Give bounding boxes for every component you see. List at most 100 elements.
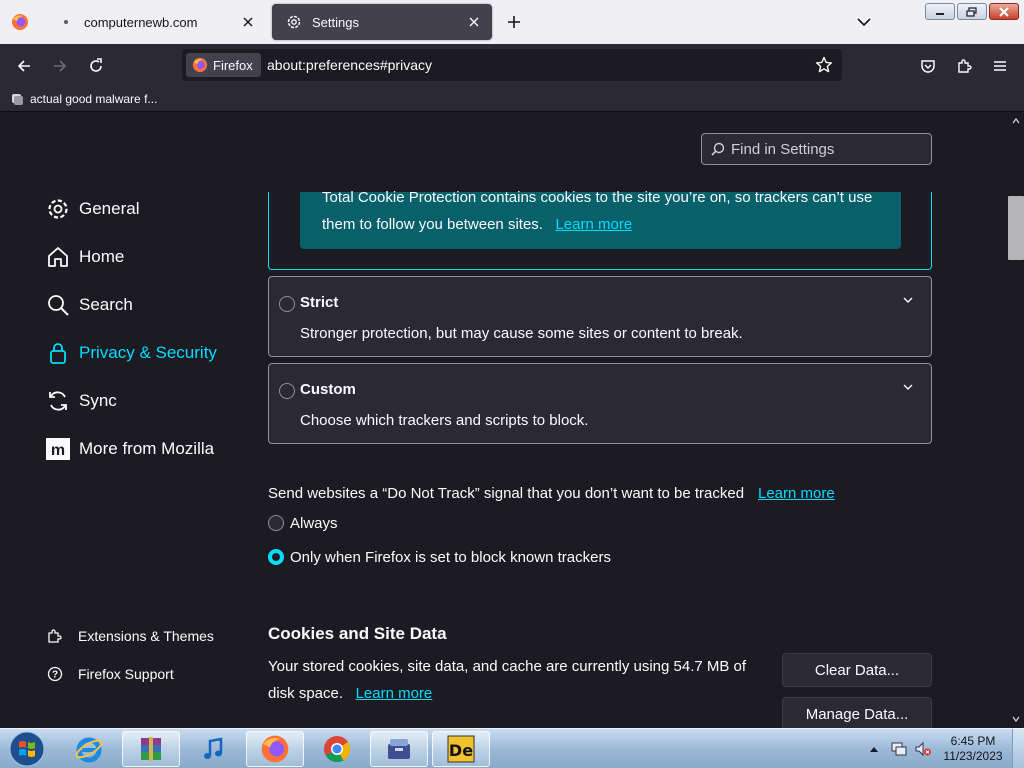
taskbar-internet-explorer[interactable] xyxy=(60,731,118,767)
identity-box[interactable]: Firefox xyxy=(186,53,261,77)
taskbar-archive-app[interactable] xyxy=(370,731,428,767)
network-icon[interactable] xyxy=(890,741,908,757)
category-home[interactable]: Home xyxy=(45,242,124,272)
app-menu-button[interactable] xyxy=(986,52,1014,80)
category-search[interactable]: Search xyxy=(45,290,133,320)
mozilla-icon: m xyxy=(45,437,71,461)
etp-custom-option[interactable]: Custom Choose which trackers and scripts… xyxy=(268,363,932,444)
tab-settings[interactable]: Settings xyxy=(272,4,492,40)
manage-data-button[interactable]: Manage Data... xyxy=(782,697,932,728)
dnt-always-radio[interactable] xyxy=(268,515,284,531)
restore-button[interactable] xyxy=(957,3,987,20)
category-label: More from Mozilla xyxy=(79,439,215,458)
close-window-button[interactable] xyxy=(989,3,1019,20)
etp-strict-option[interactable]: Strict Stronger protection, but may caus… xyxy=(268,276,932,357)
taskbar-firefox[interactable] xyxy=(246,731,304,767)
taskbar-clock[interactable]: 6:45 PM 11/23/2023 xyxy=(938,734,1008,764)
category-privacy-security[interactable]: Privacy & Security xyxy=(45,338,217,368)
windows-logo-icon xyxy=(9,731,45,767)
custom-radio[interactable] xyxy=(279,383,295,399)
plus-icon xyxy=(508,16,520,28)
category-sync[interactable]: Sync xyxy=(45,386,117,416)
bookmarks-toolbar: actual good malware f... xyxy=(0,86,1024,112)
archive-icon xyxy=(388,739,410,759)
category-label: Privacy & Security xyxy=(79,343,217,362)
taskbar-winrar[interactable] xyxy=(122,731,180,767)
svg-text:?: ? xyxy=(52,670,58,681)
taskbar-chrome[interactable] xyxy=(308,731,366,767)
arrow-right-icon xyxy=(54,60,67,72)
url-text[interactable]: about:preferences#privacy xyxy=(267,57,432,73)
close-tab-button[interactable] xyxy=(462,10,486,34)
hamburger-icon xyxy=(994,61,1006,71)
tab-title: computernewb.com xyxy=(84,14,198,30)
category-more-from-mozilla[interactable]: m More from Mozilla xyxy=(45,434,214,464)
dnt-option-only-when-blocking[interactable]: Only when Firefox is set to block known … xyxy=(268,547,611,567)
minimize-button[interactable] xyxy=(925,3,955,20)
settings-page: General Home Search Privacy & Security S… xyxy=(0,112,1008,728)
total-cookie-protection-info: Total Cookie Protection contains cookies… xyxy=(300,189,901,249)
url-bar[interactable]: Firefox about:preferences#privacy xyxy=(182,49,842,81)
show-desktop-button[interactable] xyxy=(1012,729,1024,768)
firefox-support-link[interactable]: ? Firefox Support xyxy=(47,662,174,686)
close-icon xyxy=(999,6,1009,17)
windows-taskbar: De 6:45 PM 11/23/2023 xyxy=(0,728,1024,768)
gear-icon xyxy=(45,197,71,221)
firefox-view-button[interactable] xyxy=(6,10,34,34)
bookmark-item[interactable]: actual good malware f... xyxy=(10,90,157,108)
arrow-left-icon xyxy=(17,60,30,72)
find-in-settings[interactable] xyxy=(701,133,932,165)
forward-button[interactable] xyxy=(46,52,74,80)
puzzle-icon xyxy=(48,629,62,643)
svg-text:De: De xyxy=(449,741,473,760)
dnt-option-always[interactable]: Always xyxy=(268,513,338,533)
custom-description: Choose which trackers and scripts to blo… xyxy=(300,412,589,429)
etp-standard-panel: Total Cookie Protection contains cookies… xyxy=(268,189,932,270)
gear-icon xyxy=(280,14,308,30)
pocket-button[interactable] xyxy=(914,52,942,80)
find-in-settings-input[interactable] xyxy=(731,140,921,158)
close-tab-button[interactable] xyxy=(236,10,260,34)
strict-description: Stronger protection, but may cause some … xyxy=(300,325,743,342)
pocket-icon xyxy=(921,60,935,73)
tcp-learn-more-link[interactable]: Learn more xyxy=(555,216,632,233)
clock-date: 11/23/2023 xyxy=(943,749,1003,763)
scroll-up-arrow-icon[interactable] xyxy=(1012,117,1020,125)
extensions-button[interactable] xyxy=(950,52,978,80)
extensions-themes-link[interactable]: Extensions & Themes xyxy=(47,624,214,648)
chrome-icon xyxy=(324,736,351,763)
start-button[interactable] xyxy=(4,729,50,768)
scroll-down-arrow-icon[interactable] xyxy=(1012,715,1020,723)
list-all-tabs-button[interactable] xyxy=(852,10,876,34)
scroll-thumb[interactable] xyxy=(1008,196,1024,260)
tcp-description-line-2: them to follow you between sites. Learn … xyxy=(322,216,632,233)
strict-title: Strict xyxy=(300,294,339,311)
cookies-learn-more-link[interactable]: Learn more xyxy=(356,685,433,702)
custom-expand-button[interactable] xyxy=(901,380,915,394)
new-tab-button[interactable] xyxy=(502,10,526,34)
category-general[interactable]: General xyxy=(45,194,139,224)
firefox-icon xyxy=(12,14,28,30)
tab-computernewb[interactable]: computernewb.com xyxy=(44,4,266,40)
show-hidden-icons-button[interactable] xyxy=(866,746,882,752)
bookmark-star-button[interactable] xyxy=(814,55,834,75)
back-button[interactable] xyxy=(10,52,38,80)
dnt-learn-more-link[interactable]: Learn more xyxy=(758,485,835,502)
category-label: General xyxy=(79,199,140,218)
volume-muted-icon[interactable] xyxy=(914,741,932,757)
page-scrollbar[interactable] xyxy=(1008,112,1024,728)
winrar-icon xyxy=(141,737,161,761)
firefox-icon xyxy=(261,735,289,763)
strict-expand-button[interactable] xyxy=(901,293,915,307)
dnt-always-label: Always xyxy=(290,514,338,532)
clear-data-button[interactable]: Clear Data... xyxy=(782,653,932,687)
reload-button[interactable] xyxy=(82,52,110,80)
minimize-icon xyxy=(936,12,944,15)
dnt-only-when-blocking-radio[interactable] xyxy=(268,549,284,565)
taskbar-itunes[interactable] xyxy=(184,731,242,767)
strict-radio[interactable] xyxy=(279,296,295,312)
dot-icon xyxy=(52,19,80,25)
taskbar-de-app[interactable]: De xyxy=(432,731,490,767)
close-icon xyxy=(469,17,479,27)
tcp-description-line-2-text: them to follow you between sites. xyxy=(322,216,543,233)
